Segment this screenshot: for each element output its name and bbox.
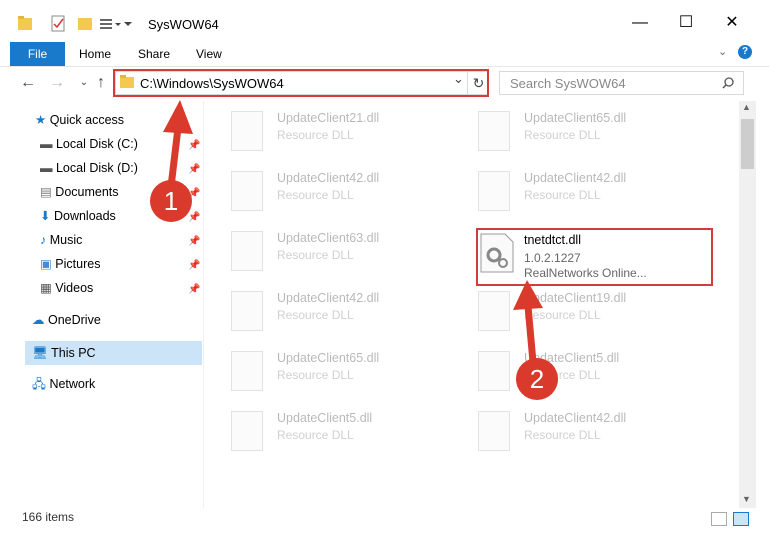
arrow-2 [513, 280, 543, 363]
step-2-marker: 2 [516, 358, 558, 400]
annotation-layer [163, 100, 543, 363]
step-1-marker: 1 [150, 180, 192, 222]
